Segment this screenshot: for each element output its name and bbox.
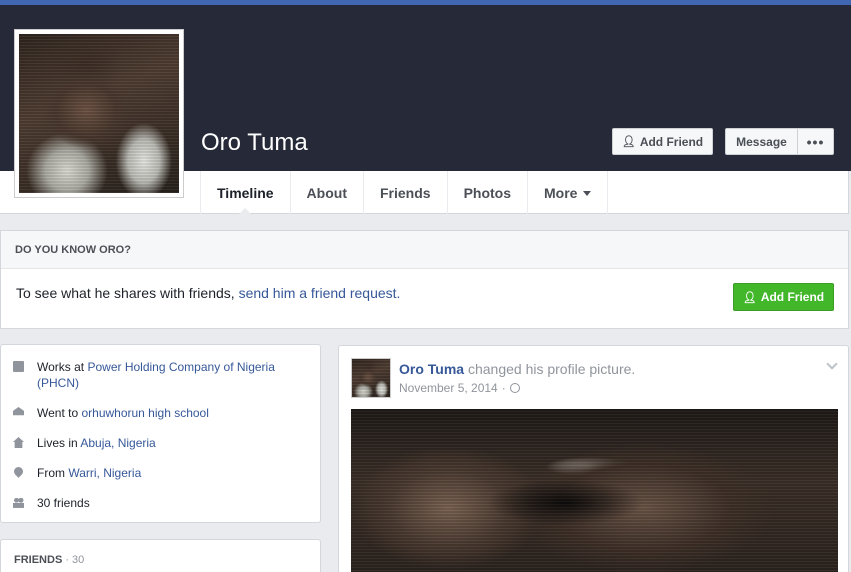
intro-education-text: Went to orhuwhorun high school	[37, 405, 209, 421]
post-author-avatar-image	[351, 358, 391, 398]
profile-name[interactable]: Oro Tuma	[201, 129, 308, 157]
intro-from: From Warri, Nigeria	[12, 465, 141, 481]
do-you-know-card: DO YOU KNOW ORO? To see what he shares w…	[0, 230, 849, 329]
post-meta-separator: ·	[501, 381, 506, 395]
intro-work-prefix: Works at	[37, 360, 88, 374]
post-author-name[interactable]: Oro Tuma	[399, 361, 464, 377]
do-you-know-title: DO YOU KNOW ORO?	[1, 231, 848, 269]
post-header: Oro Tuma changed his profile picture.	[399, 361, 635, 377]
graduation-cap-icon	[13, 407, 24, 416]
post-action-text: changed his profile picture.	[464, 361, 636, 377]
tab-photos-label: Photos	[463, 184, 512, 201]
friend-request-text: To see what he shares with friends,	[16, 285, 239, 301]
tab-about-label: About	[306, 184, 347, 201]
intro-education: Went to orhuwhorun high school	[13, 405, 209, 421]
add-friend-label: Add Friend	[639, 134, 704, 149]
intro-work-text: Works at Power Holding Company of Nigeri…	[37, 359, 293, 391]
intro-from-prefix: From	[37, 466, 69, 480]
message-button[interactable]: Message	[725, 128, 798, 155]
add-friend-green-button[interactable]: 👤︎ Add Friend	[733, 283, 834, 311]
tab-more[interactable]: More	[528, 171, 609, 214]
intro-education-link[interactable]: orhuwhorun high school	[81, 406, 208, 420]
briefcase-icon	[13, 361, 24, 372]
post-image-photo	[351, 409, 838, 572]
friend-request-prompt: To see what he shares with friends, send…	[16, 285, 400, 301]
intro-education-prefix: Went to	[37, 406, 82, 420]
tab-more-label: More	[544, 184, 578, 201]
friends-card: FRIENDS · 30	[0, 539, 321, 572]
add-friend-green-label: Add Friend	[760, 290, 825, 304]
add-person-icon: 👤︎	[742, 291, 757, 304]
intro-card: Works at Power Holding Company of Nigeri…	[0, 344, 321, 523]
chevron-down-icon[interactable]	[826, 358, 838, 370]
tab-timeline[interactable]: Timeline	[201, 171, 291, 215]
post-image[interactable]	[351, 409, 838, 572]
profile-tabs: Timeline About Friends Photos More	[200, 171, 609, 215]
globe-icon	[509, 383, 520, 393]
more-options-button[interactable]: •••	[797, 128, 834, 155]
add-person-icon: 👤︎	[621, 136, 636, 148]
intro-lives-link[interactable]: Abuja, Nigeria	[80, 436, 155, 450]
intro-friends-count[interactable]: 30 friends	[37, 495, 90, 511]
message-label: Message	[736, 134, 787, 149]
intro-lives-prefix: Lives in	[37, 436, 81, 450]
post-meta: November 5, 2014 ·	[399, 381, 520, 395]
tab-timeline-label: Timeline	[217, 184, 274, 201]
intro-lives: Lives in Abuja, Nigeria	[13, 435, 156, 451]
profile-picture[interactable]	[14, 29, 184, 198]
friends-icon	[13, 497, 24, 508]
friends-card-count: · 30	[62, 554, 85, 566]
intro-friends: 30 friends	[13, 495, 90, 511]
home-icon	[13, 437, 24, 448]
timeline-post: Oro Tuma changed his profile picture. No…	[338, 345, 849, 572]
intro-from-link[interactable]: Warri, Nigeria	[68, 466, 141, 480]
post-date[interactable]: November 5, 2014	[399, 381, 498, 395]
more-dots-icon: •••	[806, 133, 825, 150]
intro-lives-text: Lives in Abuja, Nigeria	[37, 435, 156, 451]
friends-card-title[interactable]: FRIENDS	[14, 554, 62, 566]
intro-work: Works at Power Holding Company of Nigeri…	[13, 359, 293, 391]
caret-down-icon	[583, 191, 592, 196]
post-author-avatar[interactable]	[351, 358, 391, 398]
send-friend-request-link[interactable]: send him a friend request.	[239, 285, 401, 301]
location-pin-icon	[12, 465, 25, 478]
profile-picture-image	[19, 34, 179, 193]
add-friend-button[interactable]: 👤︎ Add Friend	[612, 128, 713, 155]
intro-from-text: From Warri, Nigeria	[37, 465, 141, 481]
tab-about[interactable]: About	[291, 171, 364, 214]
tab-friends[interactable]: Friends	[364, 171, 448, 214]
tab-friends-label: Friends	[379, 184, 431, 201]
tab-photos[interactable]: Photos	[448, 171, 529, 214]
